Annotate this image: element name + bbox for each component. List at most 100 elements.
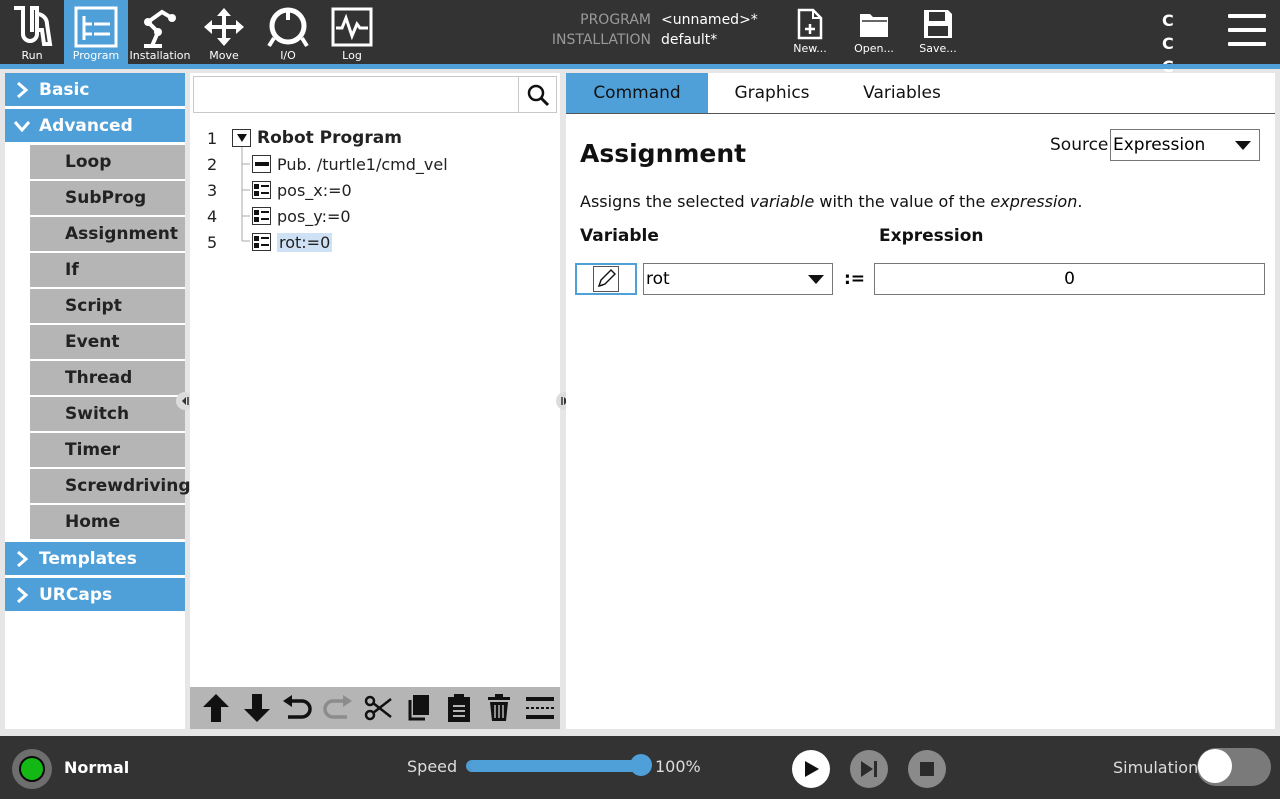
advanced-item-loop[interactable]: Loop xyxy=(30,145,185,179)
open-button[interactable]: Open... xyxy=(846,0,902,64)
advanced-item-assignment[interactable]: Assignment xyxy=(30,217,185,251)
variable-dropdown[interactable]: rot xyxy=(643,263,833,295)
desc-text-1: Assigns the selected xyxy=(580,192,750,211)
chevron-down-icon xyxy=(1235,141,1251,150)
tree-node-label: pos_y:=0 xyxy=(277,206,351,226)
advanced-item-timer[interactable]: Timer xyxy=(30,433,185,467)
collapse-triangle-icon[interactable] xyxy=(232,129,251,147)
node-editor-panel: Command Graphics Variables Assignment So… xyxy=(566,73,1275,729)
speed-slider-handle[interactable] xyxy=(630,754,652,776)
source-dropdown[interactable]: Expression xyxy=(1110,129,1260,161)
advanced-item-screwdriving[interactable]: Screwdriving xyxy=(30,469,191,503)
category-urcaps-label: URCaps xyxy=(39,584,113,605)
program-tree-icon xyxy=(72,6,120,48)
cut-icon[interactable] xyxy=(358,687,398,729)
tab-command[interactable]: Command xyxy=(566,73,708,113)
simulation-label: Simulation xyxy=(1113,758,1199,777)
edit-variable-button[interactable] xyxy=(575,263,637,295)
nav-run-label: Run xyxy=(21,49,43,62)
nav-installation-button[interactable]: Installation xyxy=(128,0,192,64)
tree-node-label-selected: rot:=0 xyxy=(277,232,333,252)
top-bar: Run Program Installation Move I/O Log PR… xyxy=(0,0,1280,99)
nav-installation-label: Installation xyxy=(129,49,191,62)
chevron-down-icon xyxy=(808,275,824,284)
nav-move-label: Move xyxy=(209,49,239,62)
nav-io-button[interactable]: I/O xyxy=(256,0,320,64)
tab-graphics[interactable]: Graphics xyxy=(708,73,836,113)
paste-icon[interactable] xyxy=(439,687,479,729)
save-button[interactable]: Save... xyxy=(910,0,966,64)
line-number: 3 xyxy=(207,180,218,200)
assign-operator: := xyxy=(844,269,866,289)
advanced-item-subprog[interactable]: SubProg xyxy=(30,181,185,215)
variable-header: Variable xyxy=(580,226,659,246)
advanced-item-thread[interactable]: Thread xyxy=(30,361,185,395)
expression-header: Expression xyxy=(879,226,984,246)
folder-icon xyxy=(859,8,889,40)
advanced-item-switch[interactable]: Switch xyxy=(30,397,185,431)
tree-line-3[interactable]: 3 pos_x:=0 xyxy=(190,177,560,203)
undo-icon[interactable] xyxy=(277,687,317,729)
move-up-icon[interactable] xyxy=(196,687,236,729)
hamburger-menu-icon[interactable] xyxy=(1228,14,1266,46)
speed-slider-fill xyxy=(468,762,640,770)
pencil-icon xyxy=(593,266,619,292)
chevron-down-icon xyxy=(5,120,39,132)
suppress-icon[interactable] xyxy=(520,687,560,729)
new-button[interactable]: New... xyxy=(782,0,838,64)
simulation-toggle[interactable] xyxy=(1197,748,1271,786)
advanced-item-script[interactable]: Script xyxy=(30,289,185,323)
category-urcaps[interactable]: URCaps xyxy=(5,578,185,611)
floppy-disk-icon xyxy=(923,8,953,40)
delete-icon[interactable] xyxy=(479,687,519,729)
save-label: Save... xyxy=(919,42,957,55)
nav-program-button[interactable]: Program xyxy=(64,0,128,64)
cc-row-1: C C xyxy=(1162,11,1185,53)
category-templates[interactable]: Templates xyxy=(5,542,185,575)
speed-value: 100% xyxy=(655,757,701,776)
category-basic[interactable]: Basic xyxy=(5,73,185,106)
category-advanced-label: Advanced xyxy=(39,115,133,136)
tree-line-5[interactable]: 5 rot:=0 xyxy=(190,229,560,255)
tree-line-1[interactable]: 1 Robot Program xyxy=(190,125,560,151)
category-advanced[interactable]: Advanced xyxy=(5,109,185,142)
category-basic-label: Basic xyxy=(39,79,90,100)
stop-button[interactable] xyxy=(908,750,946,788)
expression-field[interactable]: 0 xyxy=(874,263,1265,295)
step-button[interactable] xyxy=(850,750,888,788)
tab-variables[interactable]: Variables xyxy=(836,73,968,113)
robot-status-text: Normal xyxy=(64,758,130,777)
tree-node-label: Pub. /turtle1/cmd_vel xyxy=(277,154,448,174)
speed-slider[interactable] xyxy=(466,760,642,772)
stop-icon xyxy=(920,762,934,776)
speed-label: Speed xyxy=(407,757,458,776)
line-number: 4 xyxy=(207,206,218,226)
io-icon xyxy=(264,6,312,48)
nav-move-button[interactable]: Move xyxy=(192,0,256,64)
redo-icon[interactable] xyxy=(317,687,357,729)
move-down-icon[interactable] xyxy=(236,687,276,729)
command-category-panel: Basic Advanced Loop SubProg Assignment I… xyxy=(5,73,191,729)
desc-variable-word: variable xyxy=(749,192,815,211)
assignment-node-icon xyxy=(252,207,271,225)
tree-line-2[interactable]: 2 Pub. /turtle1/cmd_vel xyxy=(190,151,560,177)
program-key: PROGRAM xyxy=(580,12,651,28)
copy-icon[interactable] xyxy=(398,687,438,729)
move-arrows-icon xyxy=(200,6,248,48)
advanced-item-if[interactable]: If xyxy=(30,253,185,287)
source-selected-value: Expression xyxy=(1113,135,1206,155)
program-name: <unnamed>* xyxy=(661,12,758,28)
nav-run-button[interactable]: Run xyxy=(0,0,64,64)
publish-node-icon xyxy=(252,155,271,173)
open-label: Open... xyxy=(854,42,894,55)
assignment-node-icon xyxy=(252,181,271,199)
program-tree-panel: 1 Robot Program 2 Pub. /turtle1/cmd_vel … xyxy=(190,73,560,729)
play-button[interactable] xyxy=(792,750,830,788)
nav-log-button[interactable]: Log xyxy=(320,0,384,64)
advanced-item-event[interactable]: Event xyxy=(30,325,185,359)
robot-status-led[interactable] xyxy=(12,749,52,789)
page-title: Assignment xyxy=(580,139,747,168)
tree-line-4[interactable]: 4 pos_y:=0 xyxy=(190,203,560,229)
advanced-item-home[interactable]: Home xyxy=(30,505,185,539)
chevron-right-icon xyxy=(5,550,39,568)
